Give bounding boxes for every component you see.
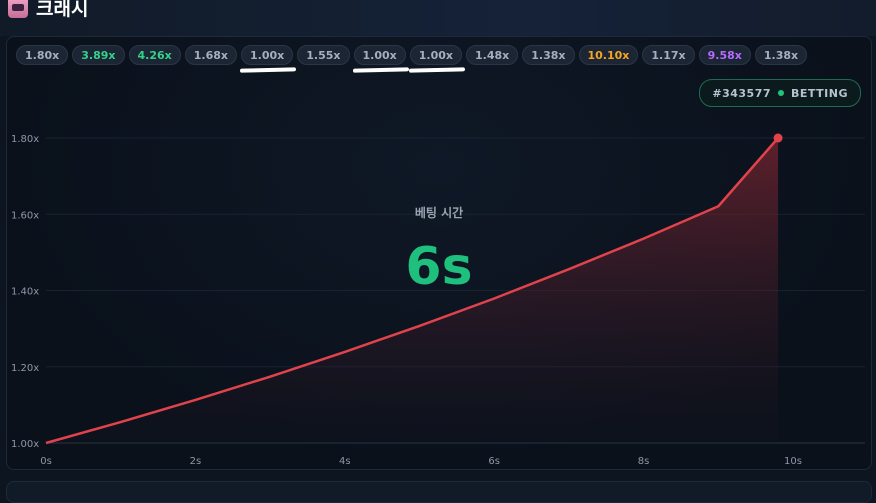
page-title: 크래시 (36, 0, 89, 20)
y-tick-label: 1.80x (11, 134, 39, 145)
x-tick-label: 6s (488, 456, 500, 467)
y-tick-label: 1.40x (11, 287, 39, 298)
chart-endpoint (773, 133, 783, 143)
y-tick-label: 1.20x (11, 363, 39, 374)
betting-countdown: 6s (405, 237, 473, 297)
betting-time-label: 베팅 시간 (414, 206, 464, 220)
y-tick-label: 1.00x (11, 439, 39, 450)
x-tick-label: 8s (638, 456, 650, 467)
top-bar (0, 0, 876, 36)
x-tick-label: 4s (339, 456, 351, 467)
game-panel: 1.80x 3.89x 4.26x 1.68x 1.00x 1.55x 1.00x 1.00x… (6, 36, 872, 470)
bottom-panel (6, 481, 872, 503)
y-tick-label: 1.60x (11, 210, 39, 221)
x-tick-label: 2s (190, 456, 202, 467)
page-header: 크래시 (8, 0, 88, 22)
x-tick-label: 10s (784, 456, 802, 467)
x-tick-label: 0s (40, 456, 52, 467)
slot-machine-icon (8, 0, 28, 18)
